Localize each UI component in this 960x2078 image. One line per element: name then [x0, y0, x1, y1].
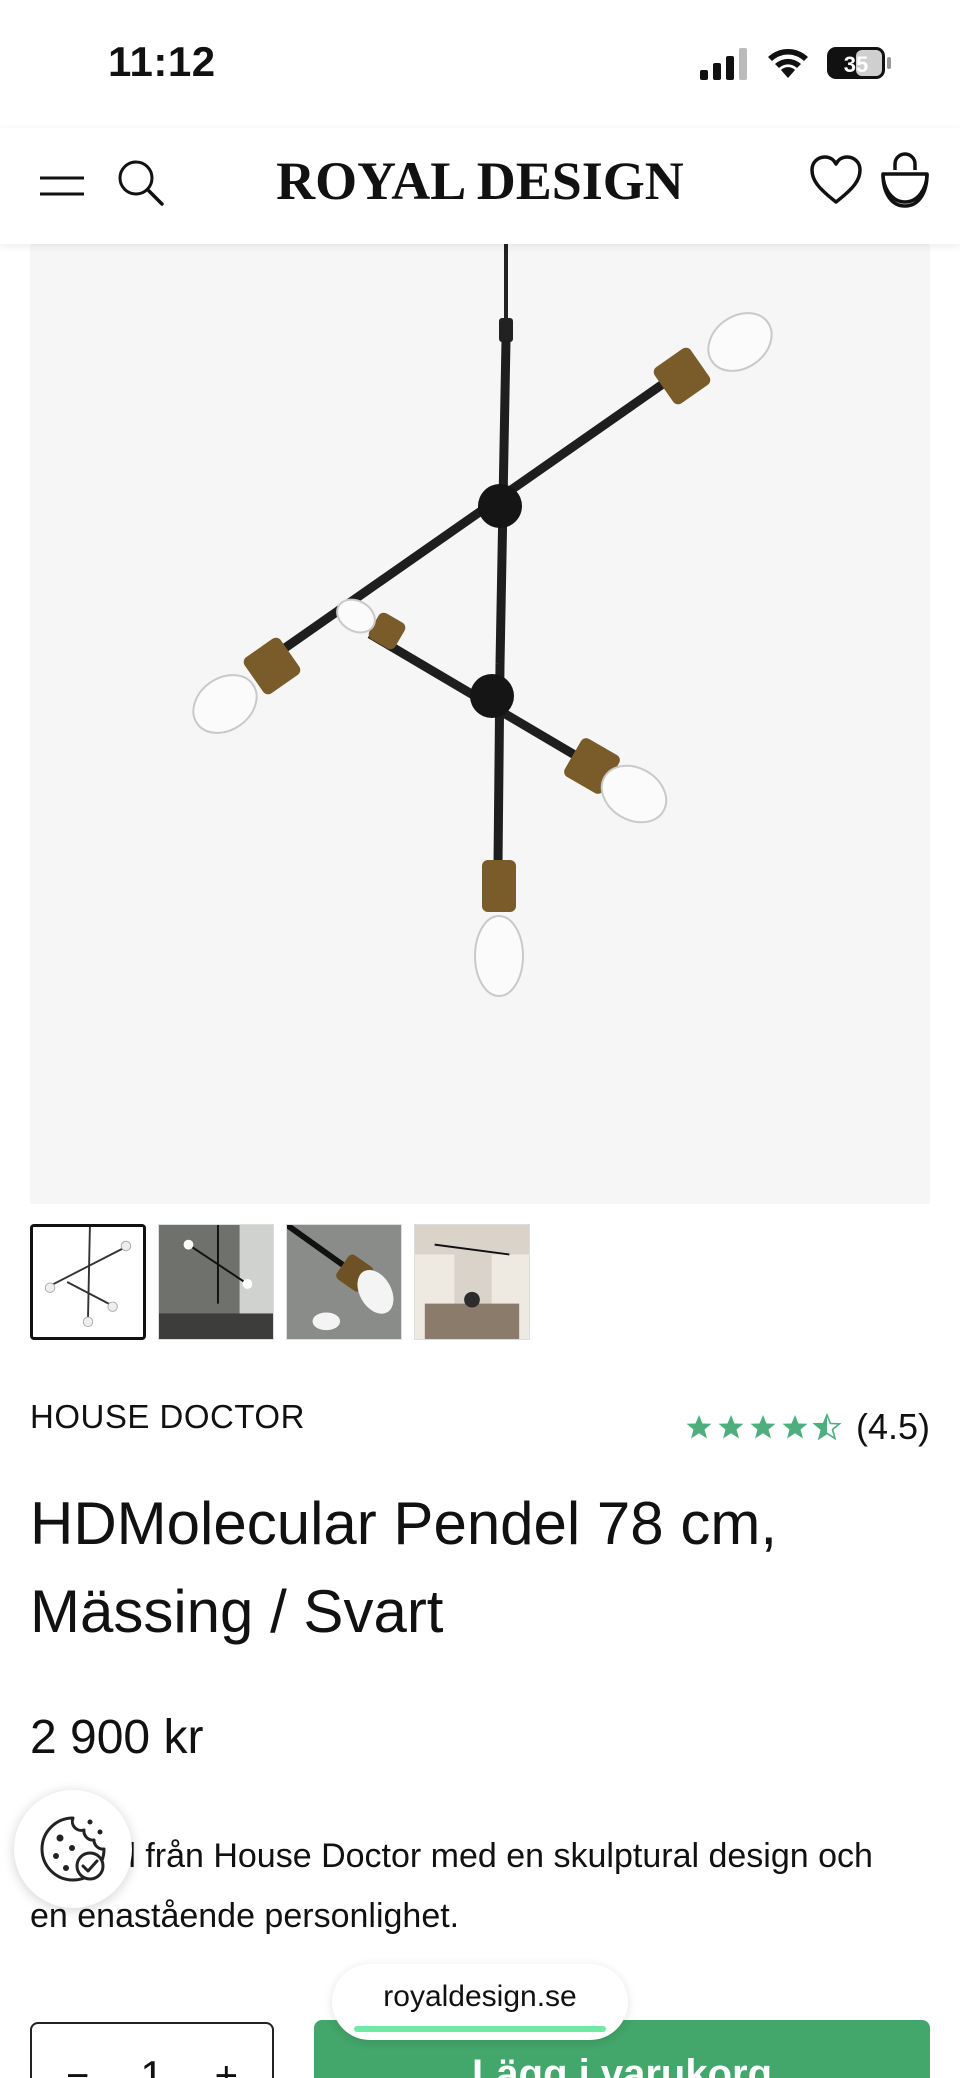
product-rating[interactable]: (4.5) [684, 1406, 930, 1448]
thumbnail-3[interactable] [286, 1224, 402, 1340]
page-load-progress [354, 2026, 606, 2032]
star-half-icon [812, 1412, 842, 1441]
bag-icon[interactable] [878, 148, 932, 212]
cellular-signal-icon [700, 48, 747, 80]
battery-icon: 35 [827, 47, 891, 79]
browser-url: royaldesign.se [383, 1980, 577, 2013]
quantity-stepper[interactable]: − 1 + [30, 2022, 274, 2078]
thumbnail-room-image [159, 1225, 273, 1339]
rating-stars [684, 1412, 842, 1442]
star-full-icon [782, 1415, 808, 1439]
pendant-lamp-illustration [30, 244, 930, 1204]
quantity-increase-button[interactable]: + [215, 2054, 238, 2078]
star-full-icon [718, 1415, 744, 1439]
star-full-icon [750, 1415, 776, 1439]
thumbnail-strip [30, 1224, 530, 1342]
thumbnail-lamp-image [33, 1227, 143, 1337]
product-brand[interactable]: HOUSE DOCTOR [30, 1398, 305, 1436]
wifi-icon [768, 49, 808, 78]
site-header: ROYAL DESIGN [0, 128, 960, 244]
product-description: Pendel från House Doctor med en skulptur… [30, 1837, 873, 1935]
thumbnail-2[interactable] [158, 1224, 274, 1340]
status-bar: 11:12 35 [0, 0, 960, 128]
status-time: 11:12 [108, 38, 216, 85]
star-full-icon [686, 1415, 712, 1439]
product-main-image[interactable] [30, 244, 930, 1204]
rating-value: (4.5) [855, 1406, 930, 1447]
browser-url-bar[interactable]: royaldesign.se [332, 1964, 628, 2040]
product-title: HDMolecular Pendel 78 cm, Mässing / Svar… [30, 1490, 777, 1645]
cookie-icon [40, 1816, 106, 1882]
battery-level: 35 [844, 52, 868, 77]
product-price: 2 900 kr [30, 1711, 204, 1764]
thumbnail-closeup-image [287, 1225, 401, 1339]
thumbnail-1[interactable] [30, 1224, 146, 1340]
thumbnail-4[interactable] [414, 1224, 530, 1340]
cookie-settings-button[interactable] [14, 1790, 132, 1908]
thumbnail-interior-image [415, 1225, 529, 1339]
heart-icon[interactable] [808, 152, 864, 208]
